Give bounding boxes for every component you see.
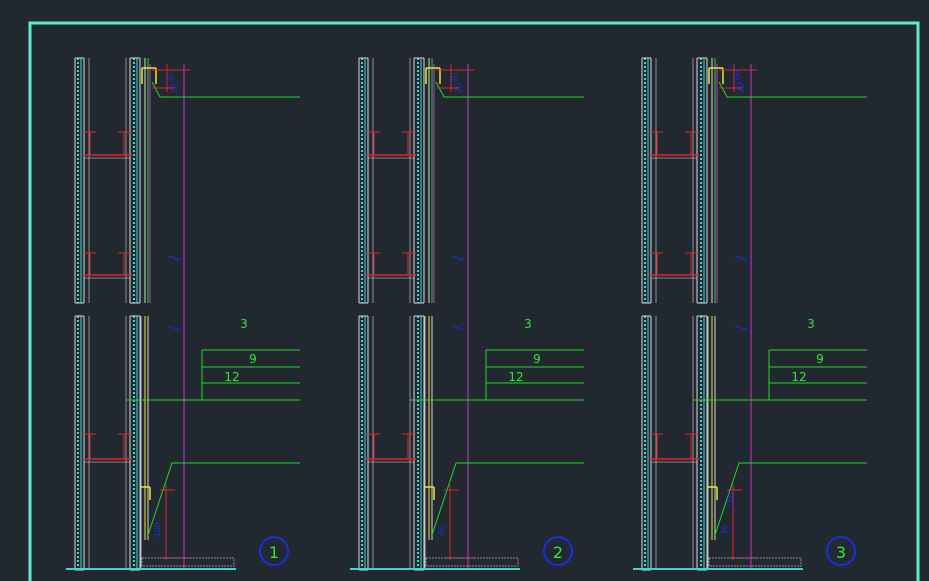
floor-hatch <box>425 557 519 567</box>
label-3: 3 <box>807 317 815 331</box>
bottom-leader-line <box>714 462 867 536</box>
break-wave <box>451 326 465 330</box>
dim-label: 60 <box>437 525 446 535</box>
dim-label: 30 <box>450 73 459 83</box>
bottom-leader-line <box>147 462 300 536</box>
detail-section-1: 3020 3 9 12 100 1 <box>66 57 300 571</box>
dim-label: 30 <box>166 73 175 83</box>
floor-hatch <box>141 557 235 567</box>
label-12: 12 <box>224 370 239 384</box>
dim-label: 30 <box>737 83 746 93</box>
break-wave <box>167 256 181 260</box>
dim-label: 20 <box>454 83 463 93</box>
detail-number: 2 <box>553 543 563 562</box>
label-12: 12 <box>508 370 523 384</box>
label-9: 9 <box>533 352 541 366</box>
label-12: 12 <box>791 370 806 384</box>
detail-section-3: 100303912301003 <box>633 57 867 571</box>
detail-number: 1 <box>269 543 279 562</box>
label-3: 3 <box>240 317 248 331</box>
dim-label: 30 <box>720 525 729 535</box>
dim-label: 100 <box>153 522 162 537</box>
label-3: 3 <box>524 317 532 331</box>
detail-section-2: 3020 3 9 12 60 2 <box>350 57 584 571</box>
break-wave <box>451 256 465 260</box>
label-9: 9 <box>249 352 257 366</box>
details-group: 30203912100130203912602100303912301003 <box>66 57 867 571</box>
bottom-leader-line <box>431 462 584 536</box>
break-wave <box>167 326 181 330</box>
label-9: 9 <box>816 352 824 366</box>
dim-label: 20 <box>170 83 179 93</box>
cad-drawing-canvas: 30203912100130203912602100303912301003 <box>28 21 920 581</box>
break-wave <box>734 256 748 260</box>
drawing-frame <box>28 21 920 581</box>
break-wave <box>734 326 748 330</box>
detail-number: 3 <box>836 543 846 562</box>
dim-label: 100 <box>726 492 735 507</box>
floor-hatch <box>708 557 802 567</box>
